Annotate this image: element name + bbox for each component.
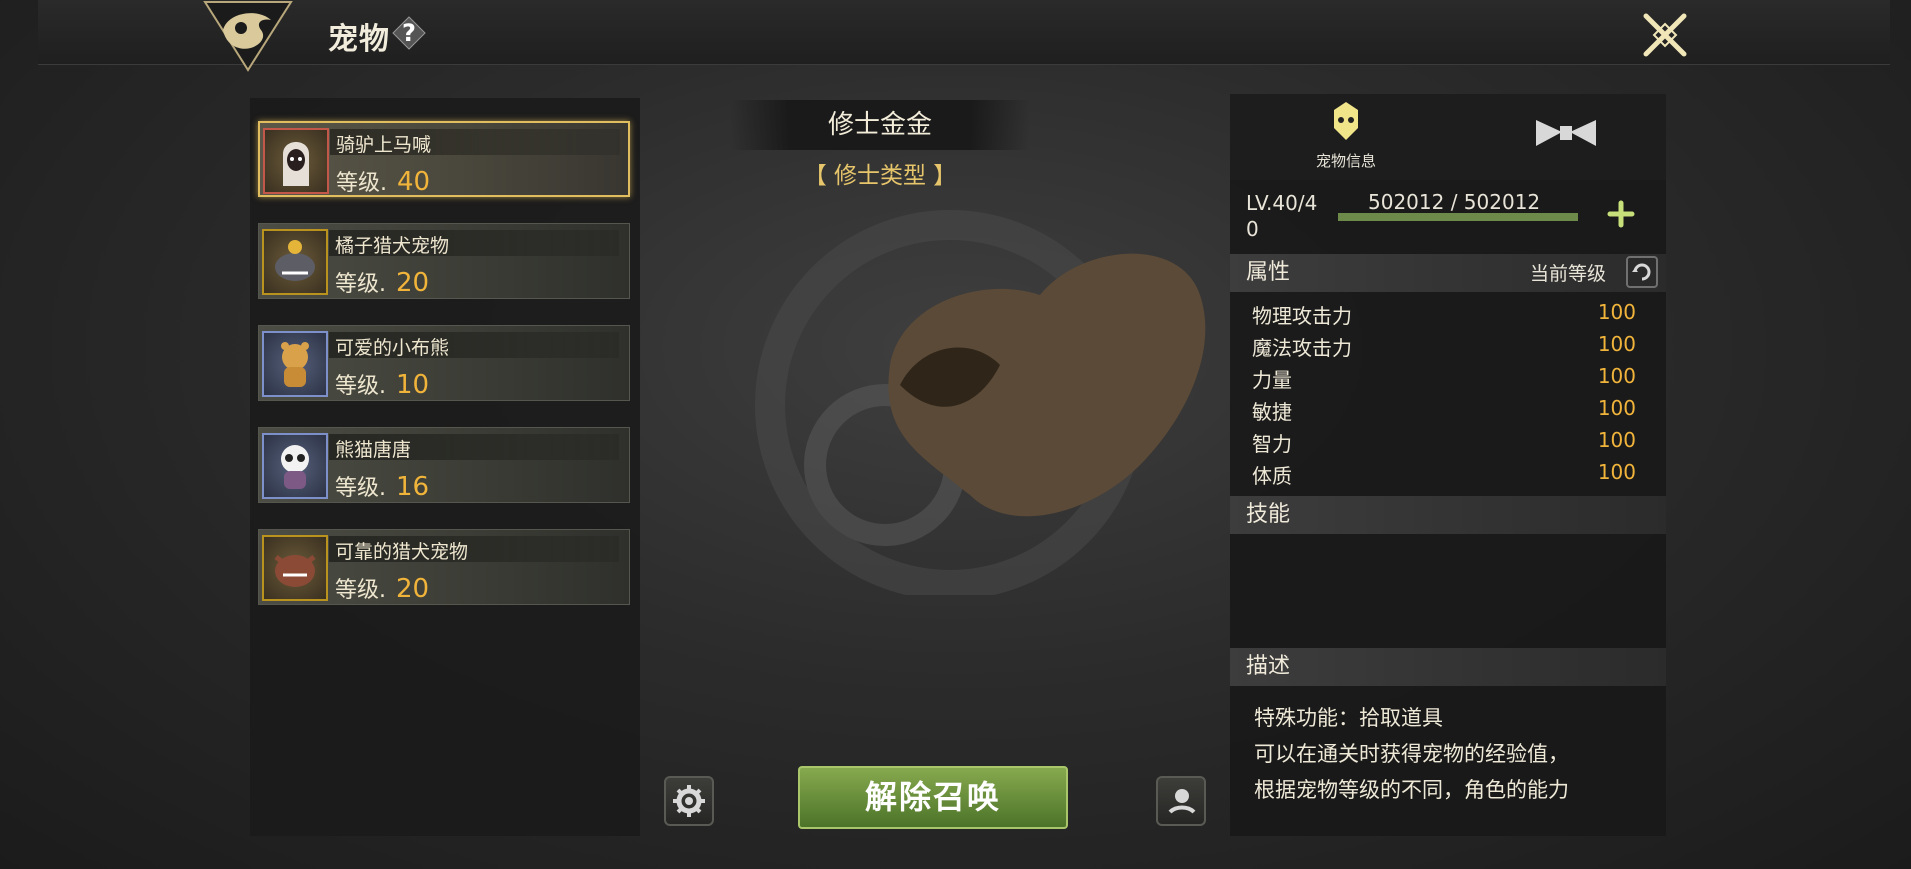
hooded-pet-avatar [263,128,329,194]
pet-hand-icon [1168,789,1196,814]
pet-name: 可靠的猎犬宠物 [335,541,469,563]
pet-level: 等级. 16 [335,472,430,502]
level-indicator: LV.40/4 0 [1246,191,1318,241]
top-bar [38,0,1890,65]
pet-model-bag [888,253,1206,517]
description-header: 描述 [1230,648,1666,686]
hound-pet-avatar [262,229,328,295]
dismiss-summon-button[interactable]: 解除召唤 [798,766,1068,829]
plus-icon[interactable] [1605,198,1637,230]
stat-row: 智力 100 [1252,428,1636,456]
refresh-icon [1632,263,1651,281]
description-text: 特殊功能：拾取道具 可以在通关时获得宠物的经验值， 根据宠物等级的不同，角色的能… [1254,706,1569,802]
stat-row: 魔法攻击力 100 [1252,332,1636,360]
settings-button[interactable] [664,776,714,826]
pet-level: 等级. 20 [335,268,430,298]
selected-pet-name: 修士金金 [730,100,1030,150]
tab-label: 宠物信息 [1315,152,1376,170]
selected-pet-type: 【 修士类型 】 [803,163,957,189]
dragon-emblem-icon [203,1,293,72]
pet-list-item[interactable]: 可靠的猎犬宠物 等级. 20 [258,529,630,605]
hp-bar [1338,213,1578,221]
pet-list-item[interactable]: 骑驴上马喊 等级. 40 [258,121,630,197]
tab-pet-info[interactable]: 宠物信息 [1246,94,1446,180]
pet-list-item[interactable]: 熊猫唐唐 等级. 16 [258,427,630,503]
pet-level: 等级. 20 [335,574,430,604]
stat-row: 力量 100 [1252,364,1636,392]
skills-header: 技能 [1230,496,1666,534]
panda-pet-avatar [262,433,328,499]
stat-row: 体质 100 [1252,460,1636,488]
pet-level: 等级. 10 [335,370,430,400]
stat-row: 物理攻击力 100 [1252,300,1636,328]
bear-pet-avatar [262,331,328,397]
info-tabs: 宠物信息 [1230,94,1666,180]
stat-row: 敏捷 100 [1252,396,1636,424]
help-button[interactable]: ? [392,16,426,50]
tab-equipment[interactable] [1466,94,1666,180]
pet-name: 橘子猎犬宠物 [335,235,450,257]
pet-name: 骑驴上马喊 [336,134,432,156]
hound-pet-avatar [262,535,328,601]
pet-name: 可爱的小布熊 [335,337,450,359]
current-level-label: 当前等级 [1530,263,1607,285]
bow-icon [1536,120,1596,146]
pet-action-button[interactable] [1156,776,1206,826]
close-icon[interactable] [1640,10,1690,60]
help-glyph: ? [402,19,416,47]
refresh-button[interactable] [1626,256,1658,288]
page-title: 宠物 [328,22,390,57]
pet-name: 熊猫唐唐 [335,439,412,461]
pet-list-item[interactable]: 可爱的小布熊 等级. 10 [258,325,630,401]
pet-level: 等级. 40 [336,167,431,197]
hp-value: 502012 / 502012 [1368,190,1541,214]
gear-icon [673,785,705,817]
pet-list-item[interactable]: 橘子猎犬宠物 等级. 20 [258,223,630,299]
pet-face-icon [1334,102,1358,140]
